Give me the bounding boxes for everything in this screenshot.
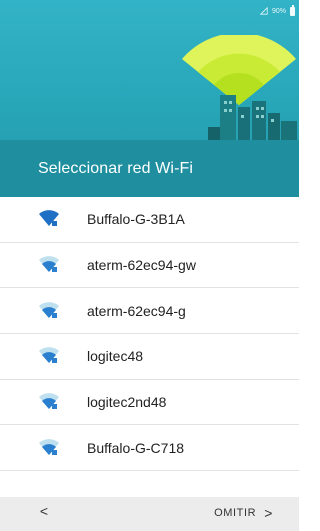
status-bar: 90% (259, 4, 295, 18)
skip-label: OMITIR (214, 507, 257, 519)
signal-icon (259, 7, 268, 15)
wifi-ssid: logitec2nd48 (87, 394, 167, 411)
header-banner: 90% Seleccionar red Wi-Fi (0, 0, 299, 197)
footer-navigation: < OMITIR > (0, 497, 299, 531)
wifi-signal-icon (39, 393, 59, 410)
wifi-ssid: Buffalo-G-3B1A (87, 211, 185, 228)
wifi-network-list: Buffalo-G-3B1A aterm-62ec94-gw aterm-62e… (0, 197, 299, 472)
wifi-signal-icon (39, 210, 59, 227)
battery-icon (290, 5, 295, 16)
wifi-network-item[interactable]: Buffalo-G-C718 (0, 425, 299, 472)
wifi-network-item[interactable]: logitec48 (0, 334, 299, 380)
battery-percent: 90% (271, 7, 286, 15)
wifi-network-item[interactable]: logitec2nd48 (0, 380, 299, 426)
wifi-ssid: Buffalo-G-C718 (87, 439, 185, 456)
wifi-signal-icon (39, 347, 59, 364)
wifi-signal-icon (39, 438, 59, 455)
wifi-network-item[interactable]: aterm-62ec94-gw (0, 243, 299, 289)
skip-button[interactable]: OMITIR > (214, 505, 273, 521)
wifi-signal-icon (39, 301, 59, 318)
wifi-ssid: aterm-62ec94-gw (87, 257, 196, 274)
chevron-right-icon: > (264, 505, 273, 521)
wifi-signal-icon (39, 256, 59, 273)
wifi-network-item[interactable]: aterm-62ec94-g (0, 288, 299, 335)
wifi-network-item[interactable]: Buffalo-G-3B1A (0, 197, 299, 243)
wifi-ssid: aterm-62ec94-g (87, 302, 186, 319)
page-title: Seleccionar red Wi-Fi (38, 160, 194, 177)
wifi-ssid: logitec48 (87, 348, 144, 365)
back-button[interactable]: < (34, 503, 54, 523)
